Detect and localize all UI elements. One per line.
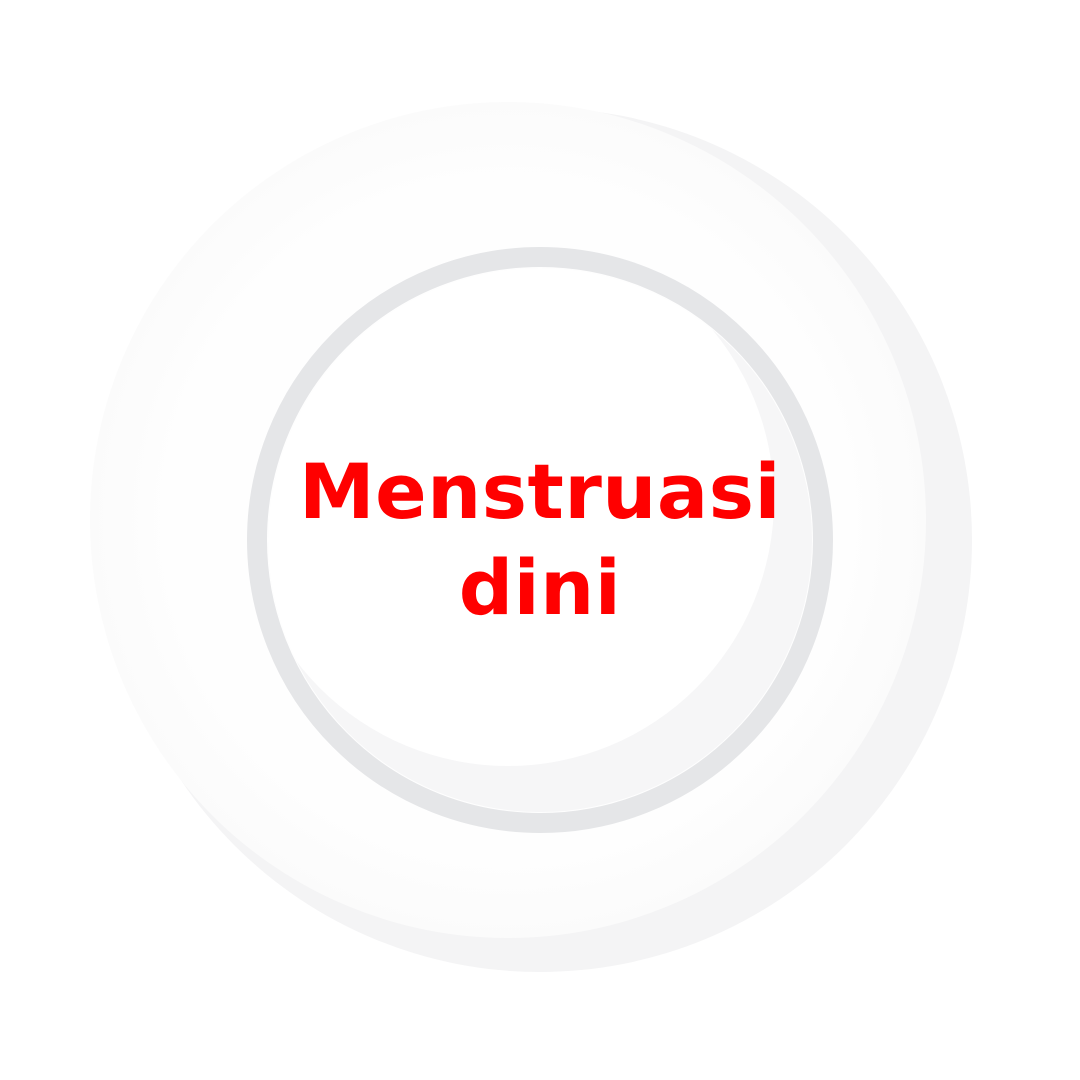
topic-label: Menstruasi dini <box>290 447 790 632</box>
graphic-canvas: Menstruasi dini <box>0 0 1080 1080</box>
label-line-1: Menstruasi <box>298 447 781 536</box>
label-line-2: dini <box>458 543 622 632</box>
